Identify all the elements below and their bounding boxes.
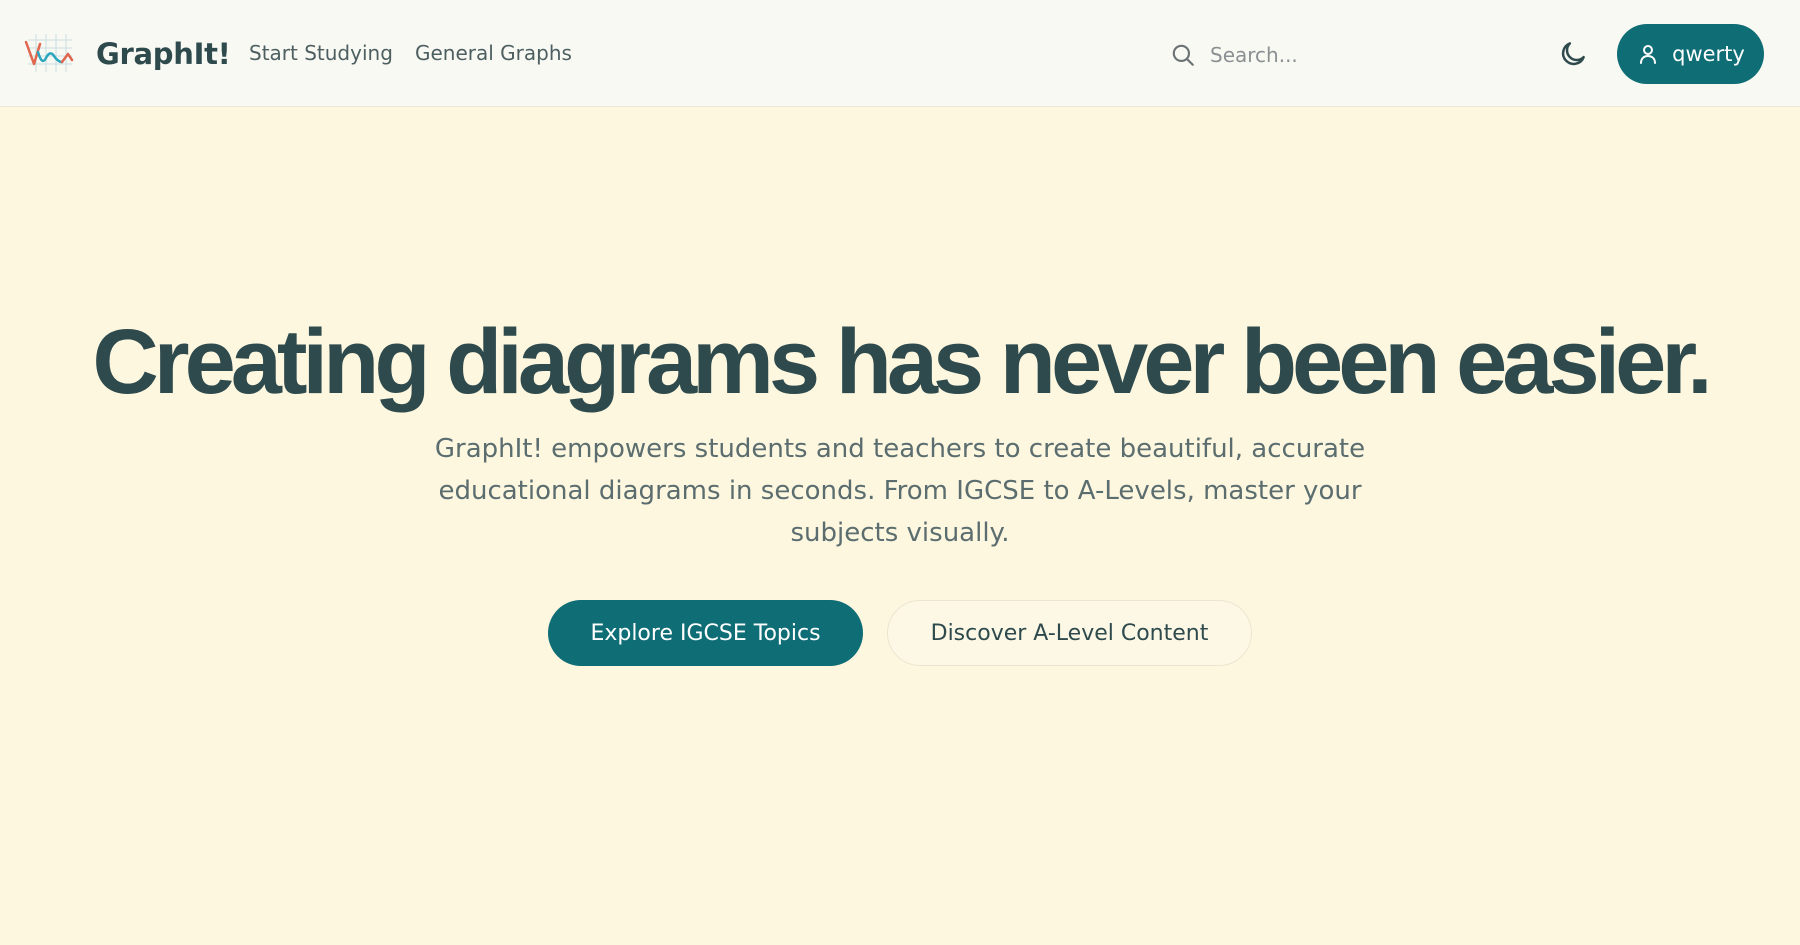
top-navbar: GraphIt! Start Studying General Graphs q… (0, 0, 1800, 107)
theme-toggle-button[interactable] (1558, 37, 1592, 71)
user-icon (1640, 45, 1657, 64)
hero-title: Creating diagrams has never been easier. (92, 311, 1712, 413)
user-name: qwerty (1672, 42, 1745, 66)
search-icon (1172, 44, 1194, 66)
user-account-button[interactable]: qwerty (1617, 24, 1764, 84)
graph-logo-icon (24, 34, 74, 72)
brand-name: GraphIt! (96, 37, 231, 71)
nav-link-start-studying[interactable]: Start Studying (249, 41, 393, 65)
hero-subtitle: GraphIt! empowers students and teachers … (434, 434, 1366, 548)
nav-link-general-graphs[interactable]: General Graphs (415, 41, 572, 65)
brand-logo-link[interactable]: GraphIt! (24, 30, 231, 78)
moon-icon (1561, 42, 1585, 66)
discover-a-level-button[interactable]: Discover A-Level Content (887, 600, 1252, 666)
search-input[interactable] (1210, 43, 1410, 67)
search-bar (1170, 34, 1430, 76)
explore-igcse-button[interactable]: Explore IGCSE Topics (548, 600, 863, 666)
